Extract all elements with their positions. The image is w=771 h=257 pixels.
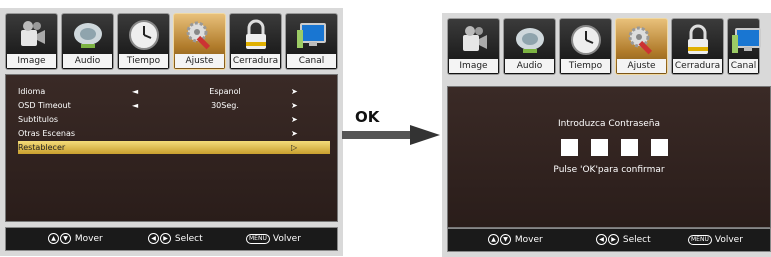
back-hint: MENU Volver xyxy=(688,229,743,251)
camcorder-icon xyxy=(21,21,45,46)
tab-audio[interactable]: Audio xyxy=(503,18,556,75)
menu-key-icon: MENU xyxy=(246,233,270,244)
wrench-gear-icon xyxy=(628,26,653,55)
tab-image[interactable]: Image xyxy=(447,18,500,75)
back-label: Volver xyxy=(714,235,743,245)
menu-key-icon: MENU xyxy=(688,234,712,245)
help-footer: ▲ ▼ Mover ◀ ▶ Select MENU Volver xyxy=(5,227,338,251)
tab-canal[interactable]: Canal xyxy=(285,13,338,70)
menu-screen-settings: Image Audio Tiempo Ajuste Cerradura Cana… xyxy=(0,8,343,256)
password-digit-box[interactable] xyxy=(591,139,608,156)
menu-tabs: Image Audio Tiempo Ajuste Cerradura Cana… xyxy=(5,13,338,70)
select-label: Select xyxy=(622,235,651,245)
menu-item-label: Idioma xyxy=(18,87,46,96)
tab-audio[interactable]: Audio xyxy=(61,13,114,70)
tab-ajuste[interactable]: Ajuste xyxy=(173,13,226,70)
tab-cerradura[interactable]: Cerradura xyxy=(671,18,724,75)
right-arrow-icon[interactable]: ➤ xyxy=(291,127,298,140)
select-hint: ◀ ▶ Select xyxy=(596,229,651,251)
right-arrow-icon[interactable]: ➤ xyxy=(291,99,298,112)
password-screen: Image Audio Tiempo Ajuste Cerradura Cana… xyxy=(442,13,771,257)
tab-tiempo[interactable]: Tiempo xyxy=(117,13,170,70)
ok-transition-label: OK xyxy=(355,108,380,126)
menu-item-otras-escenas[interactable]: Otras Escenas ➤ xyxy=(18,127,327,140)
up-button-icon: ▲ xyxy=(48,233,59,244)
wrench-gear-icon xyxy=(186,21,211,50)
tab-canal[interactable]: Canal xyxy=(727,18,761,75)
tab-label: Audio xyxy=(505,59,554,73)
menu-item-label: Restablecer xyxy=(18,143,66,152)
monitor-icon xyxy=(297,23,326,48)
move-hint: ▲ ▼ Mover xyxy=(48,228,103,250)
tab-label: Ajuste xyxy=(617,59,666,73)
menu-item-value: Espanol xyxy=(209,87,241,96)
tab-label: Cerradura xyxy=(673,59,722,73)
down-button-icon: ▼ xyxy=(60,233,71,244)
select-hint: ◀ ▶ Select xyxy=(148,228,203,250)
menu-item-subtitulos[interactable]: Subtitulos ➤ xyxy=(18,113,327,126)
left-arrow-icon[interactable]: ◄ xyxy=(132,99,138,112)
tab-cerradura[interactable]: Cerradura xyxy=(229,13,282,70)
right-button-icon: ▶ xyxy=(160,233,171,244)
back-label: Volver xyxy=(272,234,301,244)
menu-item-restablecer[interactable]: Restablecer ▷ xyxy=(18,141,330,154)
menu-item-idioma[interactable]: Idioma ◄ Espanol ➤ xyxy=(18,85,327,98)
tab-image[interactable]: Image xyxy=(5,13,58,70)
arrow-right-icon xyxy=(342,125,440,145)
right-arrow-icon[interactable]: ➤ xyxy=(291,113,298,126)
tab-ajuste[interactable]: Ajuste xyxy=(615,18,668,75)
clock-icon xyxy=(571,25,601,55)
right-arrow-icon[interactable]: ▷ xyxy=(291,141,297,154)
speaker-icon xyxy=(516,28,544,53)
left-arrow-icon[interactable]: ◄ xyxy=(132,85,138,98)
right-arrow-icon[interactable]: ➤ xyxy=(291,85,298,98)
tab-label: Tiempo xyxy=(561,59,610,73)
move-label: Mover xyxy=(74,234,103,244)
password-panel: Introduzca Contraseña Pulse 'OK'para con… xyxy=(447,86,771,228)
tab-label: Image xyxy=(449,59,498,73)
tab-label: Canal xyxy=(287,54,336,68)
back-hint: MENU Volver xyxy=(246,228,301,250)
move-hint: ▲ ▼ Mover xyxy=(488,229,543,251)
help-footer: ▲ ▼ Mover ◀ ▶ Select MENU Volver xyxy=(447,228,771,252)
tab-label: Ajuste xyxy=(175,54,224,68)
menu-item-label: Subtitulos xyxy=(18,115,59,124)
speaker-icon xyxy=(74,23,102,48)
lock-icon xyxy=(246,19,266,49)
tab-label: Tiempo xyxy=(119,54,168,68)
tab-label: Cerradura xyxy=(231,54,280,68)
password-digit-box[interactable] xyxy=(651,139,668,156)
select-label: Select xyxy=(174,234,203,244)
camcorder-icon xyxy=(463,26,487,51)
password-hint: Pulse 'OK'para confirmar xyxy=(553,165,665,175)
password-title: Introduzca Contraseña xyxy=(557,119,661,129)
password-digit-box[interactable] xyxy=(561,139,578,156)
tab-label: Image xyxy=(7,54,56,68)
password-digit-box[interactable] xyxy=(621,139,638,156)
monitor-icon xyxy=(732,28,761,53)
menu-tabs: Image Audio Tiempo Ajuste Cerradura Cana… xyxy=(447,18,761,75)
password-input[interactable] xyxy=(561,139,668,156)
menu-item-osd-timeout[interactable]: OSD Timeout ◄ 30Seg. ➤ xyxy=(18,99,327,112)
menu-item-value: 30Seg. xyxy=(211,101,239,110)
tab-label: Canal xyxy=(729,59,758,73)
move-label: Mover xyxy=(514,235,543,245)
down-button-icon: ▼ xyxy=(500,234,511,245)
settings-menu-panel: Idioma ◄ Espanol ➤ OSD Timeout ◄ 30Seg. … xyxy=(5,74,338,222)
tab-tiempo[interactable]: Tiempo xyxy=(559,18,612,75)
lock-icon xyxy=(688,24,708,54)
menu-item-label: OSD Timeout xyxy=(18,101,71,110)
left-button-icon: ◀ xyxy=(596,234,607,245)
menu-item-label: Otras Escenas xyxy=(18,129,76,138)
up-button-icon: ▲ xyxy=(488,234,499,245)
tab-label: Audio xyxy=(63,54,112,68)
right-button-icon: ▶ xyxy=(608,234,619,245)
clock-icon xyxy=(129,20,159,50)
left-button-icon: ◀ xyxy=(148,233,159,244)
